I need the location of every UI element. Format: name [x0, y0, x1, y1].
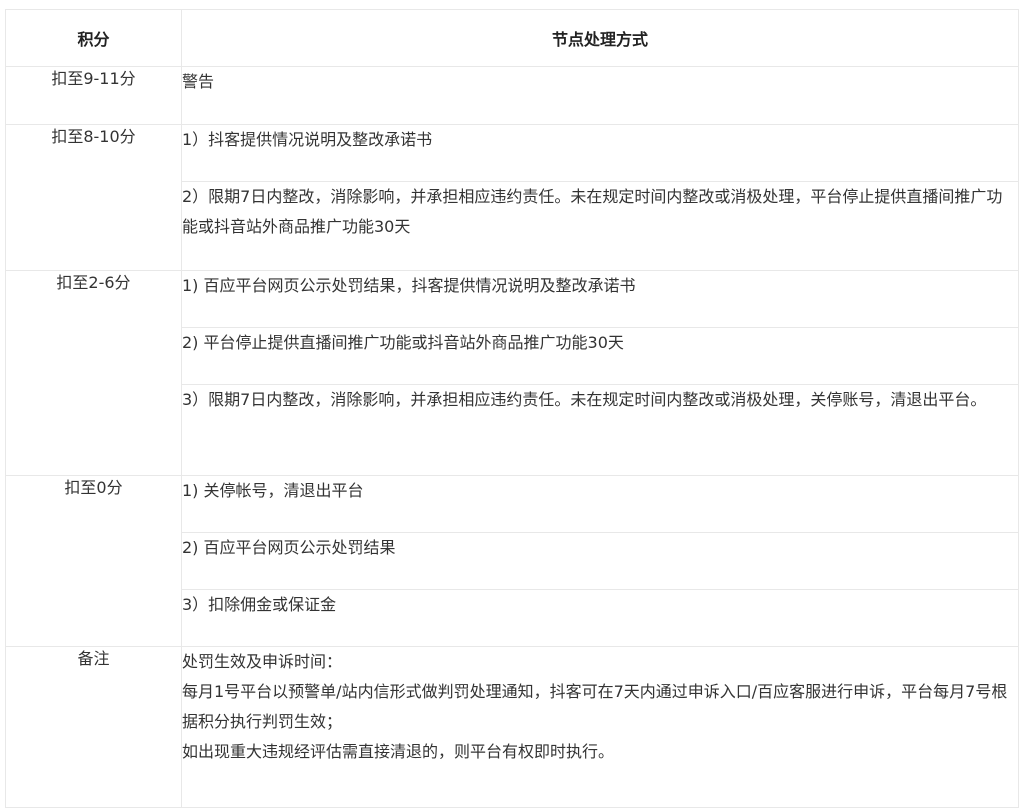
table-row: 扣至9-11分 警告 — [5, 66, 1019, 125]
notes-line: 如出现重大违规经评估需直接清退的，则平台有权即时执行。 — [182, 742, 615, 761]
measure-cell: 2) 平台停止提供直播间推广功能或抖音站外商品推广功能30天 — [181, 327, 1019, 385]
score-cell: 扣至2-6分 — [5, 270, 182, 476]
notes-line: 处罚生效及申诉时间： — [182, 652, 343, 671]
measure-cell: 1）抖客提供情况说明及整改承诺书 — [181, 124, 1019, 182]
table-row: 扣至2-6分 1) 百应平台网页公示处罚结果，抖客提供情况说明及整改承诺书 — [5, 270, 1019, 476]
measure-cell: 3）限期7日内整改，消除影响，并承担相应违约责任。未在规定时间内整改或消极处理，… — [181, 384, 1019, 476]
score-cell: 扣至9-11分 — [5, 66, 182, 125]
measure-cell: 2）限期7日内整改，消除影响，并承担相应违约责任。未在规定时间内整改或消极处理，… — [181, 181, 1019, 271]
measure-cell: 3）扣除佣金或保证金 — [181, 589, 1019, 647]
table-row-notes: 备注 处罚生效及申诉时间： 每月1号平台以预警单/站内信形式做判罚处理通知，抖客… — [5, 646, 1019, 808]
measure-cell: 1) 关停帐号，清退出平台 — [181, 475, 1019, 533]
score-cell: 扣至8-10分 — [5, 124, 182, 271]
notes-cell: 处罚生效及申诉时间： 每月1号平台以预警单/站内信形式做判罚处理通知，抖客可在7… — [181, 646, 1019, 808]
notes-line: 每月1号平台以预警单/站内信形式做判罚处理通知，抖客可在7天内通过申诉入口/百应… — [182, 682, 1008, 731]
table-row: 扣至0分 1) 关停帐号，清退出平台 — [5, 475, 1019, 647]
score-cell: 扣至0分 — [5, 475, 182, 647]
table-header-row: 积分 节点处理方式 — [5, 9, 1019, 67]
measure-cell: 警告 — [181, 66, 1019, 125]
header-score: 积分 — [5, 9, 182, 67]
notes-label: 备注 — [5, 646, 182, 808]
measure-cell: 2) 百应平台网页公示处罚结果 — [181, 532, 1019, 590]
penalty-table: 积分 节点处理方式 扣至9-11分 警告 扣至8-10分 1）抖客提供情况说明及… — [5, 9, 1019, 808]
measure-cell: 1) 百应平台网页公示处罚结果，抖客提供情况说明及整改承诺书 — [181, 270, 1019, 328]
table-row: 扣至8-10分 1）抖客提供情况说明及整改承诺书 — [5, 124, 1019, 271]
header-measure: 节点处理方式 — [181, 9, 1019, 67]
